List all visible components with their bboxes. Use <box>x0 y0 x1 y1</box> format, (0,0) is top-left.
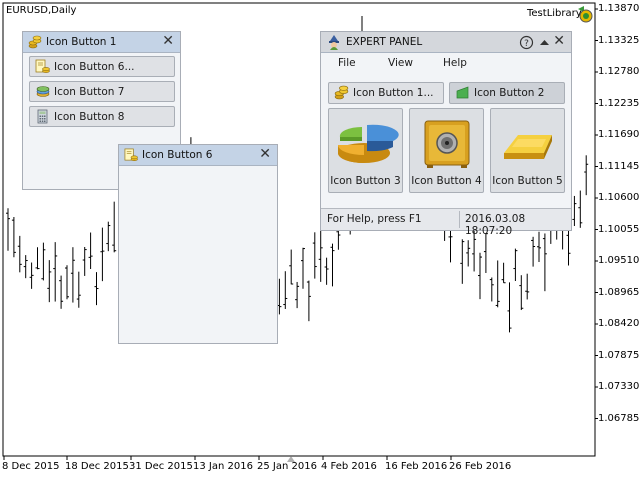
button-label: Icon Button 8 <box>54 111 125 123</box>
wizard-icon <box>329 35 339 50</box>
menu-help[interactable]: Help <box>443 57 467 69</box>
price-axis-label: 1.08420 <box>598 318 640 329</box>
panel-title: Icon Button 6 <box>142 149 213 161</box>
coins-icon <box>334 85 349 100</box>
close-icon[interactable]: ✕ <box>553 33 565 49</box>
button-label: Icon Button 3 <box>330 175 401 187</box>
gold-bar-icon <box>504 135 552 159</box>
button-label: Icon Button 6... <box>54 61 135 73</box>
date-axis-label: 25 Jan 2016 <box>257 461 317 472</box>
icon-button-6-dialog[interactable]: Icon Button 6... <box>29 56 175 77</box>
icon-button-7[interactable]: Icon Button 7 <box>29 81 175 102</box>
panel-header[interactable]: Icon Button 1 ✕ <box>23 32 180 53</box>
icon-button-1[interactable]: Icon Button 1... <box>328 82 444 104</box>
pie-chart-icon <box>338 124 399 163</box>
price-axis-label: 1.08965 <box>598 286 640 298</box>
button-label: Icon Button 4 <box>411 175 482 187</box>
price-axis-label: 1.09510 <box>598 255 640 266</box>
icon-button-3[interactable]: Icon Button 3 <box>328 108 403 193</box>
document-coins-icon <box>35 59 50 73</box>
collapse-icon[interactable] <box>539 37 550 48</box>
icon-button-4[interactable]: Icon Button 4 <box>409 108 484 193</box>
button-label: Icon Button 5 <box>492 175 563 187</box>
panel-header[interactable]: EXPERT PANEL ? ✕ <box>321 32 571 53</box>
price-axis-label: 1.11145 <box>598 160 640 172</box>
button-label: Icon Button 1... <box>353 87 434 99</box>
price-axis-label: 1.13325 <box>598 34 640 46</box>
library-label: TestLibrary <box>527 8 582 19</box>
date-axis-label: 31 Dec 2015 <box>129 461 193 472</box>
icon-button-2[interactable]: Icon Button 2 <box>449 82 565 104</box>
date-axis-label: 16 Feb 2016 <box>385 461 448 472</box>
coins-icon <box>28 35 42 49</box>
menu-file[interactable]: File <box>338 57 356 69</box>
svg-text:?: ? <box>524 39 529 49</box>
price-axis-label: 1.12780 <box>598 66 640 77</box>
symbol-label: EURUSD,Daily <box>6 5 77 16</box>
price-axis-label: 1.13870 <box>598 3 640 14</box>
status-bar: For Help, press F1 2016.03.08 18:07:20 <box>321 208 571 237</box>
icon-button-5[interactable]: Icon Button 5 <box>490 108 565 193</box>
close-icon[interactable]: ✕ <box>259 146 271 162</box>
icon-button-6-panel: Icon Button 6 ✕ <box>118 144 278 344</box>
green-flag-icon <box>456 86 469 99</box>
status-datetime: 2016.03.08 18:07:20 <box>465 213 526 237</box>
panel-title: EXPERT PANEL <box>346 36 423 48</box>
date-axis-label: 13 Jan 2016 <box>193 461 253 472</box>
panel-header[interactable]: Icon Button 6 ✕ <box>119 145 277 166</box>
button-label: Icon Button 2 <box>474 87 545 99</box>
price-axis-label: 1.10600 <box>598 192 640 203</box>
safe-icon <box>424 120 470 168</box>
price-axis-label: 1.07875 <box>598 349 640 361</box>
close-icon[interactable]: ✕ <box>162 33 174 49</box>
price-axis-label: 1.07330 <box>598 381 640 392</box>
price-axis-label: 1.12235 <box>598 97 640 109</box>
date-axis-label: 8 Dec 2015 <box>2 461 60 472</box>
date-axis-label: 4 Feb 2016 <box>321 461 377 472</box>
help-icon[interactable]: ? <box>519 35 534 50</box>
date-axis-label: 18 Dec 2015 <box>65 461 129 472</box>
database-icon <box>36 86 50 97</box>
panel-title: Icon Button 1 <box>46 36 117 48</box>
status-divider <box>459 211 460 228</box>
expert-smiley-icon <box>578 6 593 23</box>
status-help-text: For Help, press F1 <box>327 213 422 225</box>
price-axis-label: 1.10055 <box>598 223 640 235</box>
price-axis-label: 1.06785 <box>598 412 640 424</box>
button-label: Icon Button 7 <box>54 86 125 98</box>
expert-panel: EXPERT PANEL ? ✕ File View Help Icon But… <box>320 31 572 237</box>
menu-view[interactable]: View <box>388 57 413 69</box>
date-axis-label: 26 Feb 2016 <box>449 461 512 472</box>
document-coins-icon <box>124 148 138 161</box>
icon-button-8[interactable]: Icon Button 8 <box>29 106 175 127</box>
price-axis-label: 1.11690 <box>598 129 640 140</box>
calculator-icon <box>37 109 48 124</box>
